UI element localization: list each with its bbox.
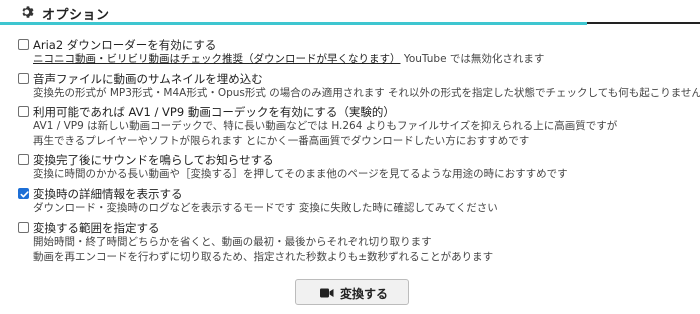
time-range-checkbox[interactable] bbox=[18, 222, 29, 233]
header-dark-line bbox=[587, 22, 700, 24]
time-range-description-line1: 開始時間・終了時間どちらかを省くと、動画の最初・最後からそれぞれ切り取ります bbox=[33, 236, 432, 248]
aria2-checkbox[interactable] bbox=[18, 39, 29, 50]
aria2-description-rest: YouTube では無効化されます bbox=[400, 53, 545, 65]
aria2-description: ニコニコ動画・ビリビリ動画はチェック推奨（ダウンロードが早くなります） YouT… bbox=[33, 52, 544, 67]
time-range-label[interactable]: 変換する範囲を指定する bbox=[33, 220, 160, 236]
aria2-recommend-link[interactable]: ニコニコ動画・ビリビリ動画はチェック推奨（ダウンロードが早くなります） bbox=[33, 53, 401, 65]
embed-thumbnail-checkbox[interactable] bbox=[18, 73, 29, 84]
time-range-description-line2: 動画を再エンコードを行わずに切り取るため、指定された秒数よりも±数秒ずれることが… bbox=[33, 251, 494, 263]
av1-vp9-label[interactable]: 利用可能であれば AV1 / VP9 動画コーデックを有効にする（実験的） bbox=[33, 104, 395, 120]
av1-vp9-description-line2: 再生できるプレイヤーやソフトが限られます とにかく一番高画質でダウンロードしたい… bbox=[33, 135, 530, 147]
completion-sound-checkbox[interactable] bbox=[18, 154, 29, 165]
completion-sound-label[interactable]: 変換完了後にサウンドを鳴らしてお知らせする bbox=[33, 152, 274, 168]
embed-thumbnail-description: 変換先の形式が MP3形式・M4A形式・Opus形式 の場合のみ適用されます そ… bbox=[33, 87, 700, 99]
convert-button-label: 変換する bbox=[340, 287, 389, 301]
completion-sound-description: 変換に時間のかかる長い動画や［変換する］を押してそのまま他のページを見てるような… bbox=[33, 168, 568, 180]
av1-vp9-checkbox[interactable] bbox=[18, 106, 29, 117]
options-header: オプション bbox=[0, 0, 700, 26]
gear-icon bbox=[22, 6, 34, 18]
video-camera-icon bbox=[320, 288, 334, 298]
embed-thumbnail-label[interactable]: 音声ファイルに動画のサムネイルを埋め込む bbox=[33, 71, 263, 87]
verbose-info-checkbox[interactable] bbox=[18, 188, 29, 199]
header-accent-line bbox=[0, 22, 587, 25]
verbose-info-description: ダウンロード・変換時のログなどを表示するモードです 変換に失敗した時に確認してみ… bbox=[33, 202, 498, 214]
convert-button[interactable]: 変換する bbox=[295, 279, 409, 305]
checkmark-icon bbox=[20, 191, 29, 198]
aria2-label[interactable]: Aria2 ダウンローダーを有効にする bbox=[33, 37, 216, 53]
options-title: オプション bbox=[42, 8, 110, 23]
av1-vp9-description-line1: AV1 / VP9 は新しい動画コーデックで、特に長い動画などでは H.264 … bbox=[33, 120, 618, 132]
verbose-info-label[interactable]: 変換時の詳細情報を表示する bbox=[33, 186, 183, 202]
